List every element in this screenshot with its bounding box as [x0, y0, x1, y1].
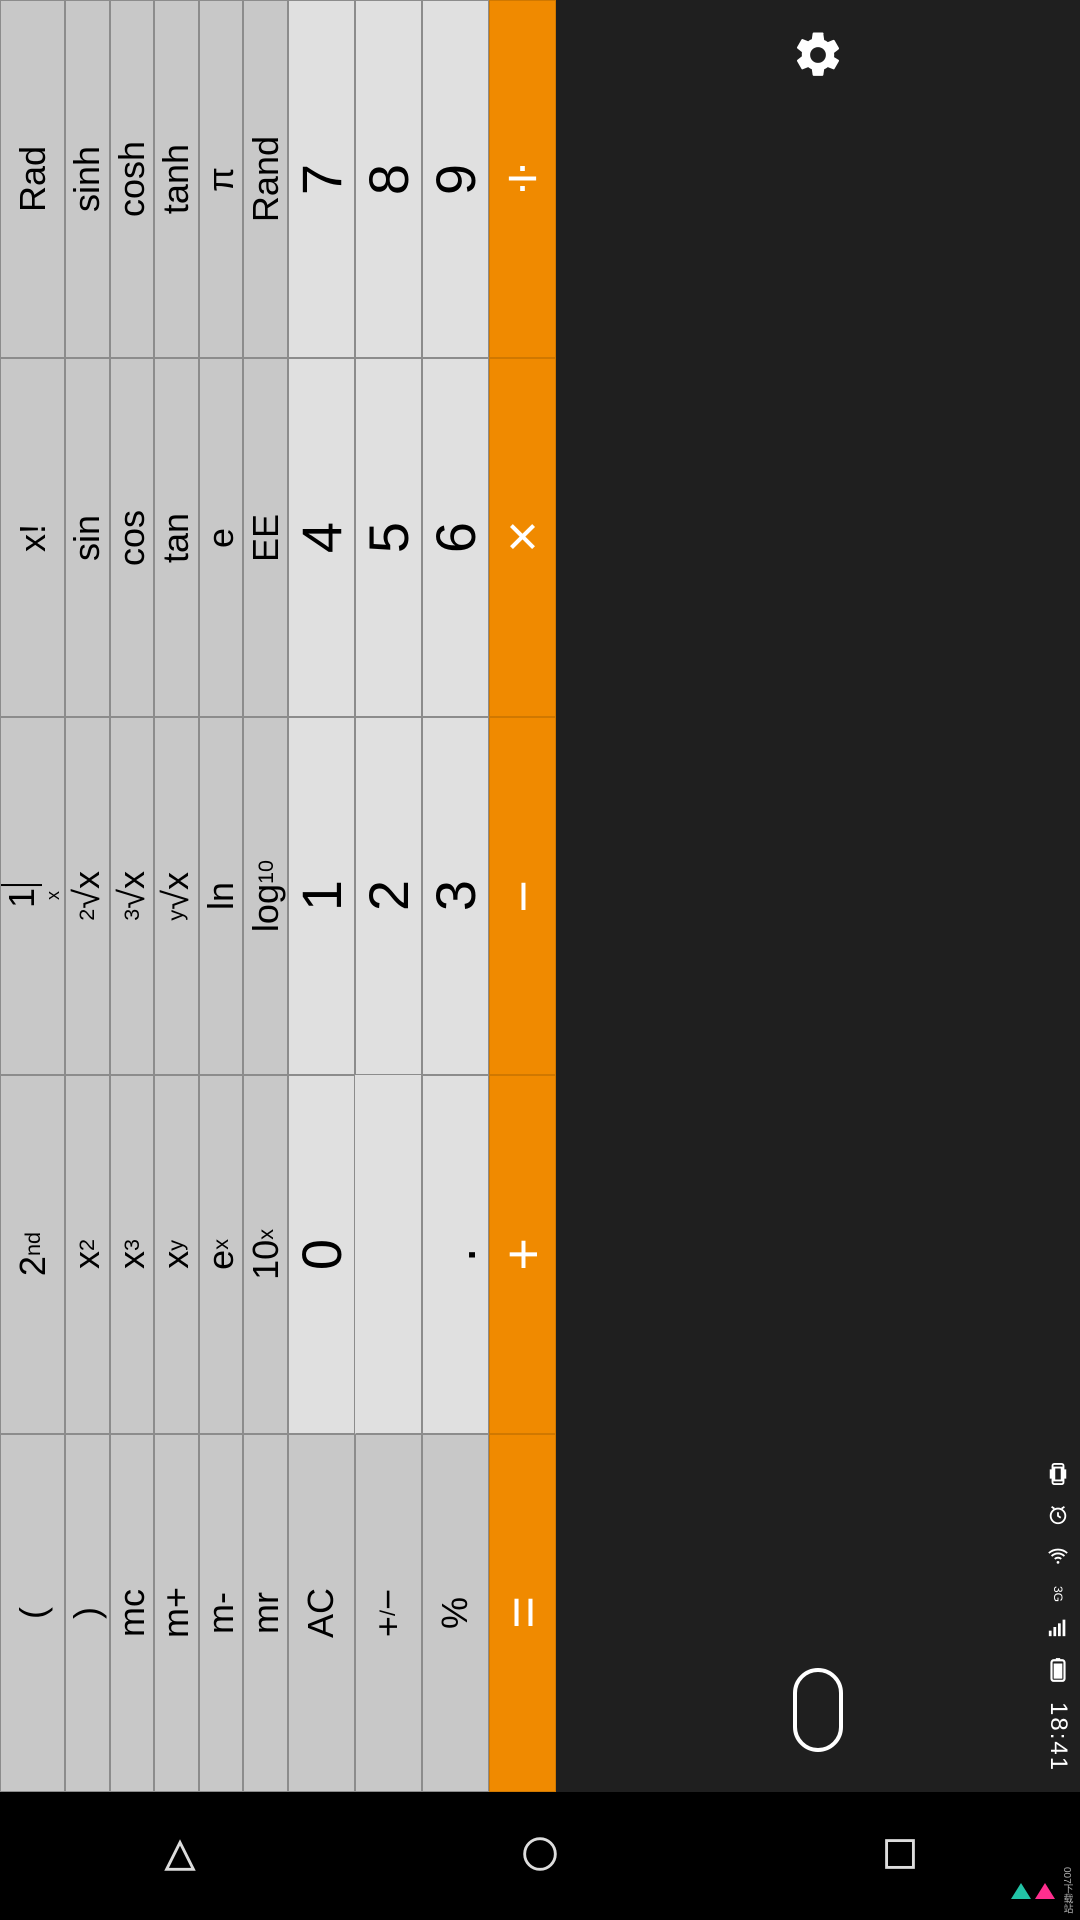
backspace-button[interactable]: [793, 1668, 843, 1752]
battery-icon: [1045, 1657, 1071, 1688]
wifi-icon: [1047, 1545, 1069, 1572]
square-recent-icon: [877, 1864, 923, 1881]
settings-button[interactable]: [791, 28, 845, 87]
nav-back-button[interactable]: [157, 1831, 203, 1882]
triangle-back-icon: [157, 1864, 203, 1881]
key-factorial[interactable]: x!: [0, 358, 65, 716]
key-xy[interactable]: xy: [154, 1075, 199, 1433]
vibrate-icon: [1047, 1463, 1069, 1490]
key-paren-open[interactable]: (: [0, 1434, 65, 1792]
key-x2[interactable]: x2: [65, 1075, 110, 1433]
watermark: 007下载站: [1021, 1867, 1074, 1914]
key-3[interactable]: 3: [422, 717, 489, 1075]
key-pi[interactable]: π: [199, 0, 244, 358]
key-rand[interactable]: Rand: [243, 0, 288, 358]
key-ac[interactable]: AC: [288, 1434, 355, 1792]
key-reciprocal[interactable]: 1x: [0, 717, 65, 1075]
key-equals[interactable]: =: [489, 1434, 556, 1792]
key-2[interactable]: 2: [355, 717, 422, 1075]
backspace-icon: [793, 1668, 843, 1752]
signal-icon: [1047, 1616, 1069, 1643]
key-6[interactable]: 6: [422, 358, 489, 716]
key-paren-close[interactable]: ): [65, 1434, 110, 1792]
android-nav-bar: 007下载站: [0, 1792, 1080, 1920]
key-mplus[interactable]: m+: [154, 1434, 199, 1792]
key-sqrt2[interactable]: 2√x: [65, 717, 110, 1075]
key-9[interactable]: 9: [422, 0, 489, 358]
key-percent[interactable]: %: [422, 1434, 489, 1792]
circle-home-icon: [517, 1864, 563, 1881]
key-sqrty[interactable]: y√x: [154, 717, 199, 1075]
status-time: 18:41: [1044, 1702, 1072, 1772]
nav-home-button[interactable]: [517, 1831, 563, 1882]
key-divide[interactable]: ÷: [489, 0, 556, 358]
key-dot[interactable]: .: [422, 1075, 489, 1433]
key-10x[interactable]: 10x: [243, 1075, 288, 1433]
key-0[interactable]: 0: [288, 1075, 355, 1433]
key-rad[interactable]: Rad: [0, 0, 65, 358]
key-ee[interactable]: EE: [243, 358, 288, 716]
key-tan[interactable]: tan: [154, 358, 199, 716]
key-5[interactable]: 5: [355, 358, 422, 716]
key-8[interactable]: 8: [355, 0, 422, 358]
key-sin[interactable]: sin: [65, 358, 110, 716]
key-mc[interactable]: mc: [110, 1434, 155, 1792]
key-cosh[interactable]: cosh: [110, 0, 155, 358]
key-x3[interactable]: x3: [110, 1075, 155, 1433]
status-bar: 3G 18:41: [1044, 1463, 1072, 1772]
key-log10[interactable]: log10: [243, 717, 288, 1075]
key-multiply[interactable]: ×: [489, 358, 556, 716]
key-cos[interactable]: cos: [110, 358, 155, 716]
key-mminus[interactable]: m-: [199, 1434, 244, 1792]
calculator-display: 3G 18:41: [556, 0, 1080, 1792]
nav-recent-button[interactable]: [877, 1831, 923, 1882]
key-0-ext[interactable]: [355, 1075, 422, 1433]
key-sinh[interactable]: sinh: [65, 0, 110, 358]
key-tanh[interactable]: tanh: [154, 0, 199, 358]
alarm-icon: [1047, 1504, 1069, 1531]
key-minus[interactable]: −: [489, 717, 556, 1075]
key-7[interactable]: 7: [288, 0, 355, 358]
key-ex[interactable]: ex: [199, 1075, 244, 1433]
key-second[interactable]: 2nd: [0, 1075, 65, 1433]
key-mr[interactable]: mr: [243, 1434, 288, 1792]
gear-icon: [791, 69, 845, 86]
network-label: 3G: [1051, 1586, 1065, 1602]
key-1[interactable]: 1: [288, 717, 355, 1075]
key-e[interactable]: e: [199, 358, 244, 716]
key-4[interactable]: 4: [288, 358, 355, 716]
key-ln[interactable]: ln: [199, 717, 244, 1075]
calculator-keypad: Rad x! 1x 2nd ( sinh sin 2√x x2 ) cosh c…: [0, 0, 556, 1792]
watermark-text: 007下载站: [1059, 1867, 1074, 1914]
key-sqrt3[interactable]: 3√x: [110, 717, 155, 1075]
key-plus[interactable]: +: [489, 1075, 556, 1433]
key-plusminus[interactable]: +/−: [355, 1434, 422, 1792]
